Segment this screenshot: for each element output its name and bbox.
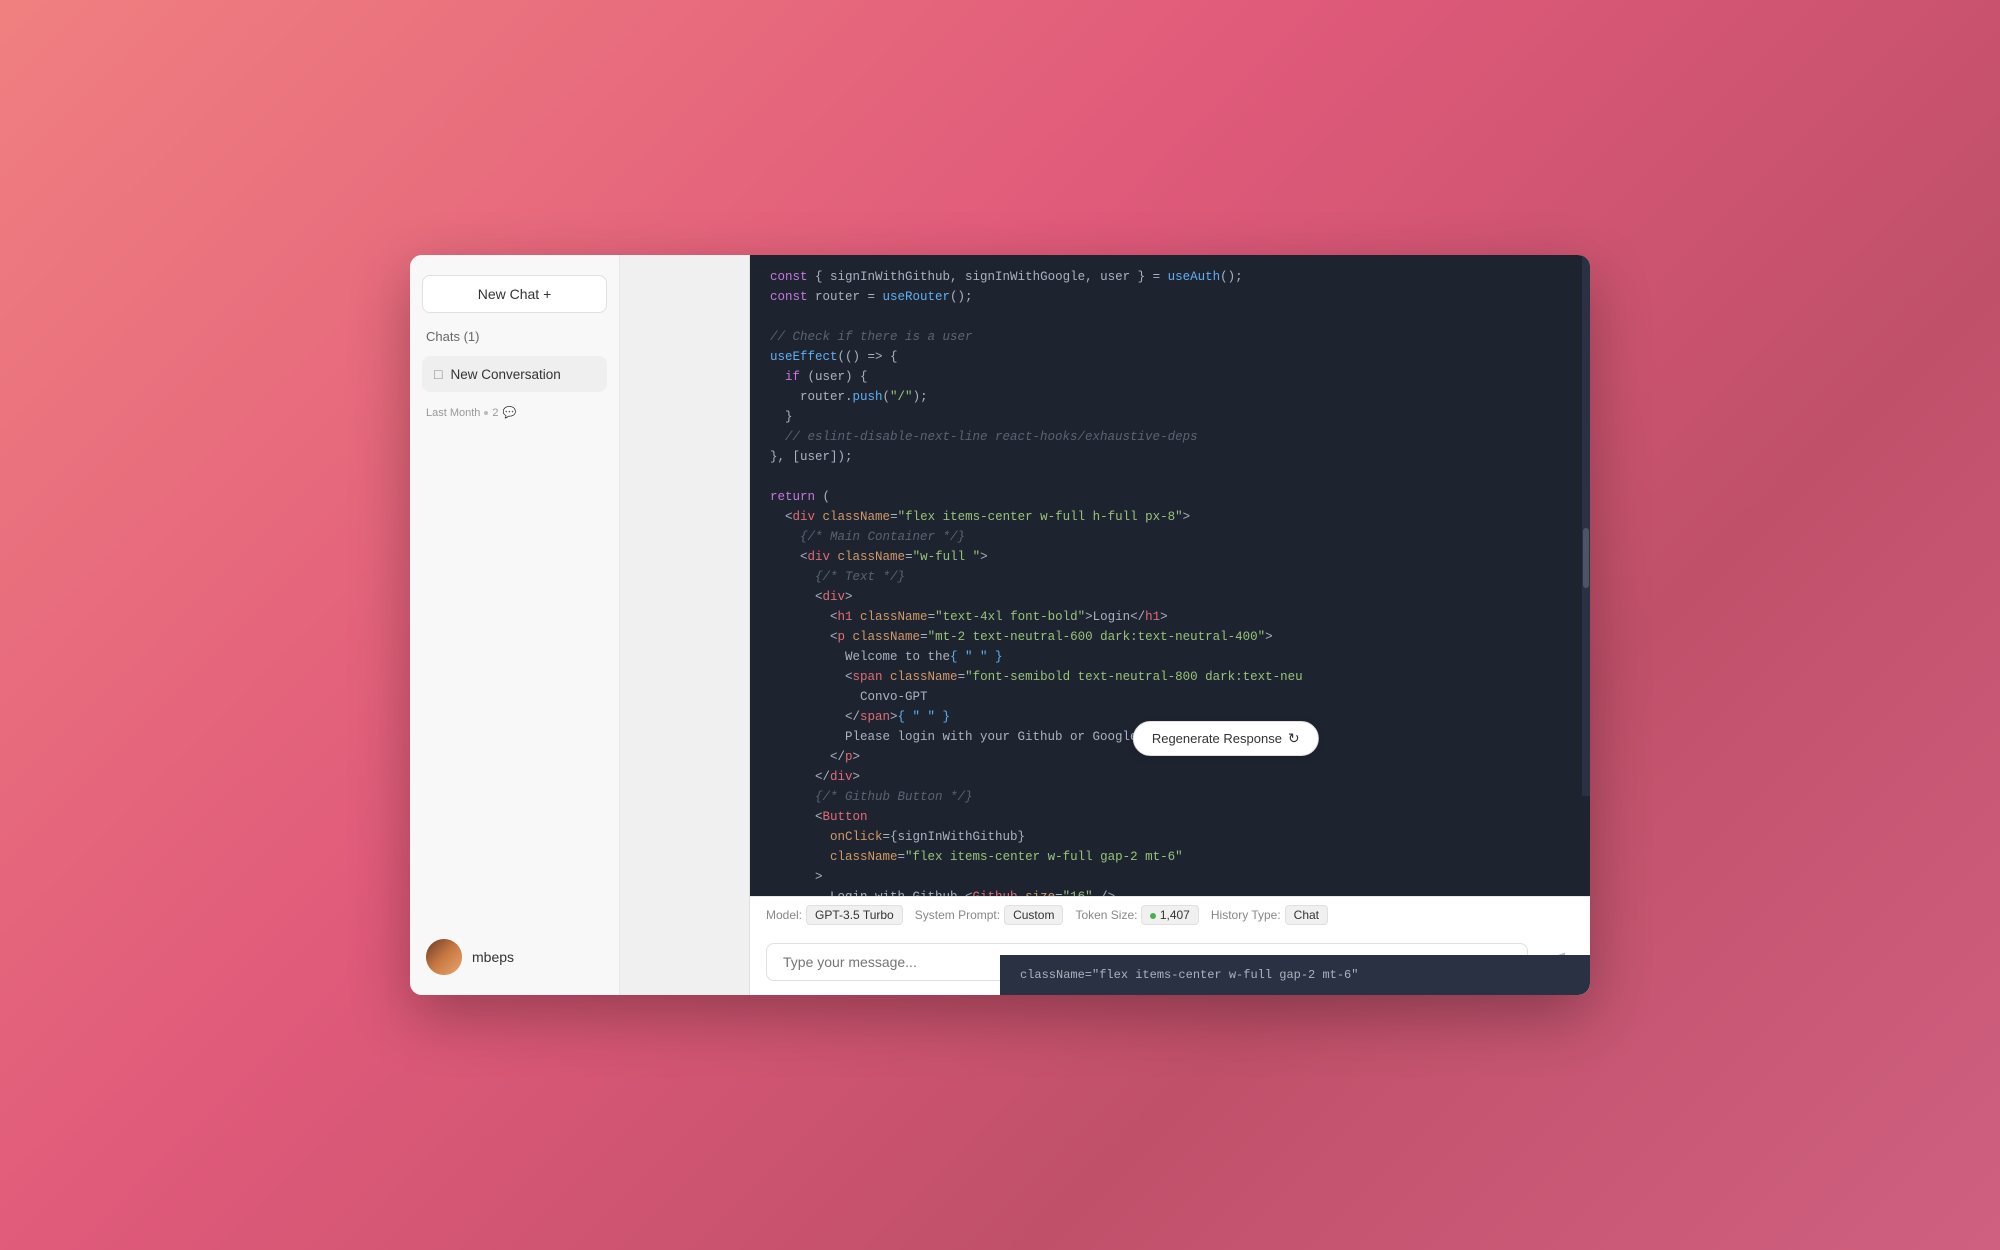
meta-time: Last Month — [426, 407, 480, 419]
code-line: Login with Github <Github size="16" /> — [750, 887, 1590, 896]
regenerate-button[interactable]: Regenerate Response ↻ — [1133, 721, 1319, 756]
code-line: // Check if there is a user — [750, 327, 1590, 347]
code-line: onClick={signInWithGithub} — [750, 827, 1590, 847]
file-panel — [620, 255, 750, 995]
conversation-item[interactable]: □ New Conversation — [422, 356, 607, 392]
code-line: <div> — [750, 587, 1590, 607]
model-status: Model: GPT-3.5 Turbo — [766, 905, 903, 925]
bottom-code-overlay: className="flex items-center w-full gap-… — [1000, 955, 1590, 995]
system-prompt-value[interactable]: Custom — [1004, 905, 1063, 925]
refresh-icon: ↻ — [1288, 730, 1300, 747]
token-dot — [1150, 913, 1156, 919]
code-line: router.push("/"); — [750, 387, 1590, 407]
code-line: <h1 className="text-4xl font-bold">Login… — [750, 607, 1590, 627]
code-line: useEffect(() => { — [750, 347, 1590, 367]
meta-separator — [484, 411, 488, 415]
username: mbeps — [472, 949, 514, 965]
code-line: Convo-GPT — [750, 687, 1590, 707]
code-line — [750, 307, 1590, 327]
history-type-status: History Type: Chat — [1211, 905, 1328, 925]
token-size-value: 1,407 — [1141, 905, 1198, 925]
history-type-label: History Type: — [1211, 908, 1281, 922]
chat-icon: □ — [434, 366, 442, 382]
system-prompt-label: System Prompt: — [915, 908, 1000, 922]
code-line: {/* Text */} — [750, 567, 1590, 587]
conversation-meta: Last Month 2 💬 — [422, 404, 607, 421]
code-line: const router = useRouter(); — [750, 287, 1590, 307]
code-line: {/* Github Button */} — [750, 787, 1590, 807]
code-line: // eslint-disable-next-line react-hooks/… — [750, 427, 1590, 447]
code-line: className="flex items-center w-full gap-… — [750, 847, 1590, 867]
user-profile: mbeps — [422, 931, 607, 983]
code-line: } — [750, 407, 1590, 427]
code-line: {/* Main Container */} — [750, 527, 1590, 547]
chats-label: Chats (1) — [422, 325, 607, 344]
avatar — [426, 939, 462, 975]
code-line: <p className="mt-2 text-neutral-600 dark… — [750, 627, 1590, 647]
token-size-label: Token Size: — [1075, 908, 1137, 922]
code-line: }, [user]); — [750, 447, 1590, 467]
sidebar: New Chat + Chats (1) □ New Conversation … — [410, 255, 620, 995]
code-line: if (user) { — [750, 367, 1590, 387]
regenerate-button-wrapper: Regenerate Response ↻ — [1133, 721, 1319, 756]
token-size-status: Token Size: 1,407 — [1075, 905, 1198, 925]
model-label: Model: — [766, 908, 802, 922]
status-bar: Model: GPT-3.5 Turbo System Prompt: Cust… — [750, 896, 1590, 933]
regen-label: Regenerate Response — [1152, 731, 1282, 746]
new-chat-button[interactable]: New Chat + — [422, 275, 607, 313]
main-window: New Chat + Chats (1) □ New Conversation … — [410, 255, 1590, 995]
code-content: const { signInWithGithub, signInWithGoog… — [750, 255, 1590, 896]
code-panel: const { signInWithGithub, signInWithGoog… — [750, 255, 1590, 896]
scrollbar[interactable] — [1582, 255, 1590, 796]
main-content: const { signInWithGithub, signInWithGoog… — [750, 255, 1590, 995]
history-type-value[interactable]: Chat — [1285, 905, 1328, 925]
code-line: <div className="w-full "> — [750, 547, 1590, 567]
meta-count: 2 — [492, 407, 498, 419]
comment-icon: 💬 — [503, 406, 517, 419]
code-line: <Button — [750, 807, 1590, 827]
code-line: const { signInWithGithub, signInWithGoog… — [750, 267, 1590, 287]
code-line: <div className="flex items-center w-full… — [750, 507, 1590, 527]
overlay-code-text: className="flex items-center w-full gap-… — [1020, 968, 1358, 982]
code-line: return ( — [750, 487, 1590, 507]
system-prompt-status: System Prompt: Custom — [915, 905, 1064, 925]
code-line: Welcome to the{ " " } — [750, 647, 1590, 667]
scrollbar-thumb[interactable] — [1583, 528, 1589, 588]
code-line: > — [750, 867, 1590, 887]
code-line: <span className="font-semibold text-neut… — [750, 667, 1590, 687]
code-line — [750, 467, 1590, 487]
code-line: </div> — [750, 767, 1590, 787]
conversation-name: New Conversation — [450, 367, 560, 382]
model-value[interactable]: GPT-3.5 Turbo — [806, 905, 903, 925]
